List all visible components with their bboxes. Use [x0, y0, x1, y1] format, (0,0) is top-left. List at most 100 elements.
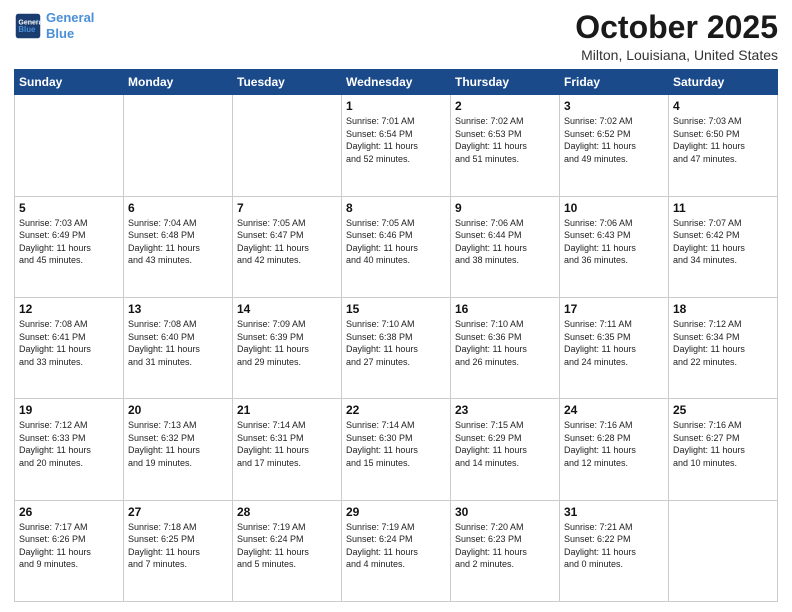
day-info: Sunrise: 7:01 AM Sunset: 6:54 PM Dayligh… — [346, 115, 446, 165]
day-cell: 3Sunrise: 7:02 AM Sunset: 6:52 PM Daylig… — [560, 95, 669, 196]
day-cell: 10Sunrise: 7:06 AM Sunset: 6:43 PM Dayli… — [560, 196, 669, 297]
day-info: Sunrise: 7:09 AM Sunset: 6:39 PM Dayligh… — [237, 318, 337, 368]
page: General Blue General Blue October 2025 M… — [0, 0, 792, 612]
day-info: Sunrise: 7:11 AM Sunset: 6:35 PM Dayligh… — [564, 318, 664, 368]
day-number: 21 — [237, 403, 337, 417]
day-number: 23 — [455, 403, 555, 417]
day-cell: 22 Sunrise: 7:14 AM Sunset: 6:30 PM Dayli… — [342, 399, 451, 500]
logo-text: General Blue — [46, 10, 94, 41]
day-info: Sunrise: 7:08 AM Sunset: 6:41 PM Dayligh… — [19, 318, 119, 368]
day-cell: 30 Sunrise: 7:20 AM Sunset: 6:23 PM Dayli… — [451, 500, 560, 601]
day-number: 18 — [673, 302, 773, 316]
day-info: Sunrise: 7:05 AM Sunset: 6:46 PM Dayligh… — [346, 217, 446, 267]
day-cell: 21 Sunrise: 7:14 AM Sunset: 6:31 PM Dayli… — [233, 399, 342, 500]
day-cell: 7Sunrise: 7:05 AM Sunset: 6:47 PM Daylig… — [233, 196, 342, 297]
subtitle: Milton, Louisiana, United States — [575, 47, 778, 63]
day-number: 30 — [455, 505, 555, 519]
day-info: Sunrise: 7:12 AM Sunset: 6:34 PM Dayligh… — [673, 318, 773, 368]
day-cell: 12 Sunrise: 7:08 AM Sunset: 6:41 PM Dayli… — [15, 297, 124, 398]
day-cell: 1 Sunrise: 7:01 AM Sunset: 6:54 PM Daylig… — [342, 95, 451, 196]
day-number: 9 — [455, 201, 555, 215]
day-info: Sunrise: 7:16 AM Sunset: 6:27 PM Dayligh… — [673, 419, 773, 469]
day-number: 19 — [19, 403, 119, 417]
col-header-thursday: Thursday — [451, 70, 560, 95]
day-info: Sunrise: 7:10 AM Sunset: 6:36 PM Dayligh… — [455, 318, 555, 368]
day-info: Sunrise: 7:06 AM Sunset: 6:44 PM Dayligh… — [455, 217, 555, 267]
day-number: 12 — [19, 302, 119, 316]
calendar: SundayMondayTuesdayWednesdayThursdayFrid… — [14, 69, 778, 602]
day-number: 25 — [673, 403, 773, 417]
day-cell — [15, 95, 124, 196]
day-info: Sunrise: 7:19 AM Sunset: 6:24 PM Dayligh… — [237, 521, 337, 571]
day-info: Sunrise: 7:17 AM Sunset: 6:26 PM Dayligh… — [19, 521, 119, 571]
day-info: Sunrise: 7:08 AM Sunset: 6:40 PM Dayligh… — [128, 318, 228, 368]
day-number: 24 — [564, 403, 664, 417]
day-info: Sunrise: 7:20 AM Sunset: 6:23 PM Dayligh… — [455, 521, 555, 571]
week-row-3: 12 Sunrise: 7:08 AM Sunset: 6:41 PM Dayli… — [15, 297, 778, 398]
day-cell: 16Sunrise: 7:10 AM Sunset: 6:36 PM Dayli… — [451, 297, 560, 398]
main-title: October 2025 — [575, 10, 778, 45]
calendar-body: 1 Sunrise: 7:01 AM Sunset: 6:54 PM Daylig… — [15, 95, 778, 602]
day-cell: 9 Sunrise: 7:06 AM Sunset: 6:44 PM Daylig… — [451, 196, 560, 297]
day-number: 6 — [128, 201, 228, 215]
day-info: Sunrise: 7:07 AM Sunset: 6:42 PM Dayligh… — [673, 217, 773, 267]
day-info: Sunrise: 7:12 AM Sunset: 6:33 PM Dayligh… — [19, 419, 119, 469]
day-cell: 5Sunrise: 7:03 AM Sunset: 6:49 PM Daylig… — [15, 196, 124, 297]
day-info: Sunrise: 7:15 AM Sunset: 6:29 PM Dayligh… — [455, 419, 555, 469]
day-number: 17 — [564, 302, 664, 316]
week-row-1: 1 Sunrise: 7:01 AM Sunset: 6:54 PM Daylig… — [15, 95, 778, 196]
col-header-monday: Monday — [124, 70, 233, 95]
day-cell: 17 Sunrise: 7:11 AM Sunset: 6:35 PM Dayli… — [560, 297, 669, 398]
day-cell: 8 Sunrise: 7:05 AM Sunset: 6:46 PM Daylig… — [342, 196, 451, 297]
day-info: Sunrise: 7:04 AM Sunset: 6:48 PM Dayligh… — [128, 217, 228, 267]
col-header-saturday: Saturday — [669, 70, 778, 95]
day-info: Sunrise: 7:14 AM Sunset: 6:31 PM Dayligh… — [237, 419, 337, 469]
day-number: 22 — [346, 403, 446, 417]
day-number: 8 — [346, 201, 446, 215]
day-info: Sunrise: 7:16 AM Sunset: 6:28 PM Dayligh… — [564, 419, 664, 469]
day-number: 28 — [237, 505, 337, 519]
day-number: 2 — [455, 99, 555, 113]
day-cell: 13 Sunrise: 7:08 AM Sunset: 6:40 PM Dayli… — [124, 297, 233, 398]
title-block: October 2025 Milton, Louisiana, United S… — [575, 10, 778, 63]
day-cell — [124, 95, 233, 196]
week-row-5: 26 Sunrise: 7:17 AM Sunset: 6:26 PM Dayli… — [15, 500, 778, 601]
day-number: 11 — [673, 201, 773, 215]
logo-icon: General Blue — [14, 12, 42, 40]
day-info: Sunrise: 7:06 AM Sunset: 6:43 PM Dayligh… — [564, 217, 664, 267]
day-info: Sunrise: 7:13 AM Sunset: 6:32 PM Dayligh… — [128, 419, 228, 469]
day-number: 15 — [346, 302, 446, 316]
day-cell: 27 Sunrise: 7:18 AM Sunset: 6:25 PM Dayli… — [124, 500, 233, 601]
day-number: 3 — [564, 99, 664, 113]
calendar-header: SundayMondayTuesdayWednesdayThursdayFrid… — [15, 70, 778, 95]
day-number: 31 — [564, 505, 664, 519]
day-cell: 18 Sunrise: 7:12 AM Sunset: 6:34 PM Dayli… — [669, 297, 778, 398]
day-cell: 31 Sunrise: 7:21 AM Sunset: 6:22 PM Dayli… — [560, 500, 669, 601]
svg-text:Blue: Blue — [18, 25, 36, 34]
day-cell: 15Sunrise: 7:10 AM Sunset: 6:38 PM Dayli… — [342, 297, 451, 398]
week-row-4: 19 Sunrise: 7:12 AM Sunset: 6:33 PM Dayli… — [15, 399, 778, 500]
day-number: 1 — [346, 99, 446, 113]
day-number: 26 — [19, 505, 119, 519]
day-cell: 14Sunrise: 7:09 AM Sunset: 6:39 PM Dayli… — [233, 297, 342, 398]
day-cell: 11 Sunrise: 7:07 AM Sunset: 6:42 PM Dayli… — [669, 196, 778, 297]
day-info: Sunrise: 7:03 AM Sunset: 6:50 PM Dayligh… — [673, 115, 773, 165]
day-cell: 23 Sunrise: 7:15 AM Sunset: 6:29 PM Dayli… — [451, 399, 560, 500]
day-number: 27 — [128, 505, 228, 519]
day-number: 29 — [346, 505, 446, 519]
day-cell: 29Sunrise: 7:19 AM Sunset: 6:24 PM Dayli… — [342, 500, 451, 601]
logo: General Blue General Blue — [14, 10, 94, 41]
day-info: Sunrise: 7:02 AM Sunset: 6:53 PM Dayligh… — [455, 115, 555, 165]
day-info: Sunrise: 7:14 AM Sunset: 6:30 PM Dayligh… — [346, 419, 446, 469]
col-header-friday: Friday — [560, 70, 669, 95]
day-cell: 6 Sunrise: 7:04 AM Sunset: 6:48 PM Daylig… — [124, 196, 233, 297]
day-cell: 24 Sunrise: 7:16 AM Sunset: 6:28 PM Dayli… — [560, 399, 669, 500]
col-header-tuesday: Tuesday — [233, 70, 342, 95]
day-cell: 25 Sunrise: 7:16 AM Sunset: 6:27 PM Dayli… — [669, 399, 778, 500]
logo-general: General — [46, 10, 94, 25]
header-row: SundayMondayTuesdayWednesdayThursdayFrid… — [15, 70, 778, 95]
day-info: Sunrise: 7:21 AM Sunset: 6:22 PM Dayligh… — [564, 521, 664, 571]
week-row-2: 5Sunrise: 7:03 AM Sunset: 6:49 PM Daylig… — [15, 196, 778, 297]
day-info: Sunrise: 7:18 AM Sunset: 6:25 PM Dayligh… — [128, 521, 228, 571]
day-number: 13 — [128, 302, 228, 316]
